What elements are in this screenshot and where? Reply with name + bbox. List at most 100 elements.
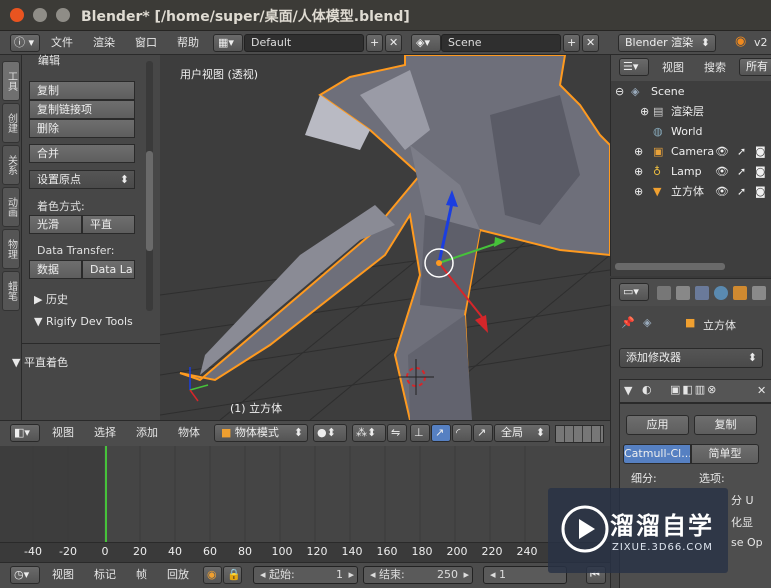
- modifier-visibility-icons[interactable]: ▣◧▥⊗: [670, 383, 718, 396]
- outliner-scrollbar[interactable]: [615, 263, 725, 270]
- add-layout-button[interactable]: +: [366, 34, 383, 52]
- modifier-header[interactable]: ▼ ◐ ▣◧▥⊗ ✕: [619, 379, 771, 403]
- tab-tools[interactable]: 工具: [2, 61, 20, 101]
- editor-type-button[interactable]: ▭▾: [619, 283, 649, 301]
- mesh-object[interactable]: [179, 55, 610, 420]
- selectable-arrow-icon[interactable]: ➚: [737, 182, 746, 202]
- expand-icon[interactable]: ⊕: [634, 142, 643, 162]
- rigify-panel-header[interactable]: ▼ Rigify Dev Tools: [34, 315, 133, 328]
- visibility-eye-icon[interactable]: 👁: [715, 182, 729, 202]
- simple-subdivision-button[interactable]: 简单型: [691, 444, 759, 464]
- duplicate-linked-button[interactable]: 复制链接项: [29, 100, 135, 119]
- outliner-row-cube[interactable]: ⊕ ▼ 立方体 👁 ➚ ◙: [611, 182, 771, 202]
- collapse-icon[interactable]: ⊖: [615, 82, 624, 102]
- smooth-shading-button[interactable]: 光滑: [29, 215, 82, 234]
- menu-file[interactable]: 文件: [51, 35, 73, 51]
- record-button[interactable]: ◉: [203, 566, 222, 584]
- object-tab-icon[interactable]: [733, 286, 747, 300]
- rotate-manipulator-button[interactable]: ↗: [431, 424, 451, 442]
- editor-type-button[interactable]: ☰▾: [619, 58, 649, 76]
- history-panel-header[interactable]: ▶ 历史: [34, 291, 68, 307]
- set-origin-dropdown[interactable]: 设置原点 ⬍: [29, 170, 135, 189]
- expand-icon[interactable]: ⊕: [634, 182, 643, 202]
- add-modifier-dropdown[interactable]: 添加修改器 ⬍: [619, 348, 763, 368]
- frame-ruler[interactable]: -40 -20 0 20 40 60 80 100 120 140 160 18…: [0, 542, 610, 560]
- tab-grease-pencil[interactable]: 蜡笔: [2, 271, 20, 311]
- outliner[interactable]: ⊖ ◈ Scene ⊕ ▤ 渲染层 ◍ World ⊕ ▣ Camera 👁 ➚…: [610, 81, 771, 276]
- world-tab-icon[interactable]: [714, 286, 728, 300]
- apply-button[interactable]: 应用: [626, 415, 689, 435]
- remove-scene-button[interactable]: ✕: [582, 34, 599, 52]
- lock-button[interactable]: 🔒: [223, 566, 242, 584]
- tool-shelf-scrollbar[interactable]: [146, 61, 153, 311]
- flat-shading-button[interactable]: 平直: [82, 215, 135, 234]
- maximize-window-icon[interactable]: [56, 8, 70, 22]
- expand-icon[interactable]: ⊕: [640, 102, 649, 122]
- display-mode-dropdown[interactable]: 所有: [739, 58, 771, 76]
- duplicate-button[interactable]: 复制: [29, 81, 135, 100]
- visibility-eye-icon[interactable]: 👁: [715, 142, 729, 162]
- data-transfer-button[interactable]: 数据: [29, 260, 82, 279]
- transform-orientation-icon-button[interactable]: ↗: [473, 424, 493, 442]
- tab-create[interactable]: 创建: [2, 103, 20, 143]
- transform-orientation-dropdown[interactable]: 全局 ⬍: [494, 424, 550, 442]
- outliner-row-scene[interactable]: ⊖ ◈ Scene: [611, 82, 771, 102]
- join-button[interactable]: 合并: [29, 144, 135, 163]
- minimize-window-icon[interactable]: [33, 8, 47, 22]
- editor-type-button[interactable]: ⓘ ▾: [10, 34, 40, 52]
- mode-dropdown[interactable]: ■ 物体模式 ⬍: [214, 424, 308, 442]
- layout-selector-button[interactable]: ▦▾: [213, 34, 243, 52]
- menu-marker[interactable]: 标记: [94, 567, 116, 583]
- viewport-shading-button[interactable]: ●⬍: [313, 424, 347, 442]
- selectable-arrow-icon[interactable]: ➚: [737, 162, 746, 182]
- end-frame-field[interactable]: ◂ 结束: 250 ▸: [363, 566, 473, 584]
- menu-view[interactable]: 视图: [662, 60, 684, 76]
- outliner-row-world[interactable]: ◍ World: [611, 122, 771, 142]
- remove-layout-button[interactable]: ✕: [385, 34, 402, 52]
- start-frame-field[interactable]: ◂ 起始: 1 ▸: [253, 566, 358, 584]
- render-tab-icon[interactable]: [657, 286, 671, 300]
- outliner-row-lamp[interactable]: ⊕ ♁ Lamp 👁 ➚ ◙: [611, 162, 771, 182]
- scale-manipulator-button[interactable]: ◜: [452, 424, 472, 442]
- menu-window[interactable]: 窗口: [135, 35, 157, 51]
- pin-icon[interactable]: 📌: [621, 316, 635, 329]
- close-window-icon[interactable]: [10, 8, 24, 22]
- 3d-viewport[interactable]: 用户视图 (透视) (1) 立方体: [160, 55, 610, 420]
- add-scene-button[interactable]: +: [563, 34, 580, 52]
- menu-view[interactable]: 视图: [52, 567, 74, 583]
- tab-animation[interactable]: 动画: [2, 187, 20, 227]
- menu-render[interactable]: 渲染: [93, 35, 115, 51]
- visibility-eye-icon[interactable]: 👁: [715, 162, 729, 182]
- render-engine-dropdown[interactable]: Blender 渲染 ⬍: [618, 34, 716, 52]
- timeline-area[interactable]: [0, 446, 610, 542]
- manipulator-toggle[interactable]: ⇋: [387, 424, 407, 442]
- scene-selector-button[interactable]: ◈▾: [411, 34, 441, 52]
- render-camera-icon[interactable]: ◙: [755, 182, 766, 202]
- menu-search[interactable]: 搜索: [704, 60, 726, 76]
- tab-physics[interactable]: 物理: [2, 229, 20, 269]
- editor-type-button[interactable]: ◧▾: [10, 424, 40, 442]
- outliner-row-camera[interactable]: ⊕ ▣ Camera 👁 ➚ ◙: [611, 142, 771, 162]
- remove-modifier-icon[interactable]: ✕: [757, 384, 766, 397]
- expand-icon[interactable]: ⊕: [634, 162, 643, 182]
- scene-tab-icon[interactable]: [695, 286, 709, 300]
- outliner-row-render-layers[interactable]: ⊕ ▤ 渲染层: [611, 102, 771, 122]
- menu-select[interactable]: 选择: [94, 425, 116, 441]
- menu-view[interactable]: 视图: [52, 425, 74, 441]
- layer-buttons[interactable]: [555, 425, 604, 443]
- scene-name-field[interactable]: Scene: [441, 34, 561, 52]
- menu-frame[interactable]: 帧: [136, 567, 147, 583]
- constraints-tab-icon[interactable]: [752, 286, 766, 300]
- editor-type-button[interactable]: ◷▾: [10, 566, 40, 584]
- render-camera-icon[interactable]: ◙: [755, 142, 766, 162]
- expanded-arrow-icon[interactable]: ▼: [624, 384, 632, 397]
- scrollbar-thumb[interactable]: [146, 151, 153, 251]
- data-layers-button[interactable]: Data La: [82, 260, 135, 279]
- pivot-point-button[interactable]: ⁂⬍: [352, 424, 386, 442]
- layout-name-field[interactable]: Default: [244, 34, 364, 52]
- menu-object[interactable]: 物体: [178, 425, 200, 441]
- selectable-arrow-icon[interactable]: ➚: [737, 142, 746, 162]
- copy-modifier-button[interactable]: 复制: [694, 415, 757, 435]
- menu-add[interactable]: 添加: [136, 425, 158, 441]
- render-camera-icon[interactable]: ◙: [755, 162, 766, 182]
